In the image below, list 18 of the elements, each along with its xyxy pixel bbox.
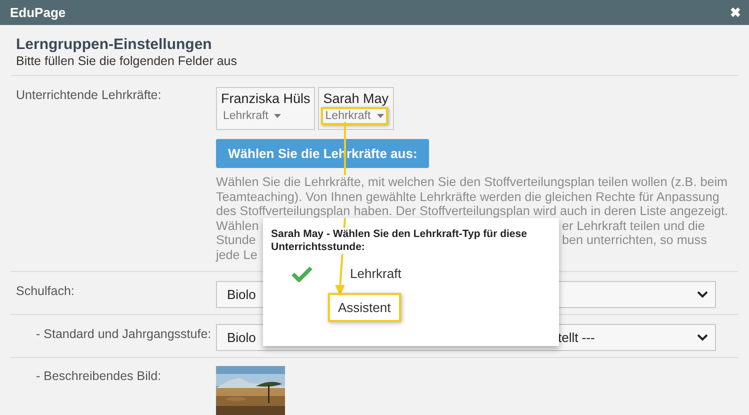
window-title: EduPage bbox=[10, 5, 66, 20]
role-option[interactable]: Assistent bbox=[328, 292, 401, 322]
section-subtitle: Bitte füllen Sie die folgenden Felder aus bbox=[16, 54, 238, 68]
field-label: Unterrichtende Lehrkräfte: bbox=[16, 87, 162, 104]
teacher-name: Franziska Hüls bbox=[221, 91, 310, 106]
chevron-icon bbox=[697, 334, 708, 341]
close-button[interactable]: ✖ bbox=[730, 5, 741, 20]
caret-icon bbox=[274, 114, 282, 118]
role-dropdown[interactable]: Lehrkraft bbox=[219, 107, 286, 125]
teacher-name: Sarah May bbox=[323, 91, 389, 106]
field-label: Schulfach: bbox=[16, 283, 76, 300]
role-dropdown[interactable]: Lehrkraft bbox=[321, 107, 388, 125]
field-label: - Beschreibendes Bild: bbox=[35, 368, 162, 385]
field-label: - Standard und Jahrgangsstufe: bbox=[35, 326, 212, 343]
chevron-icon bbox=[697, 291, 708, 298]
section-title: Lerngruppen-Einstellungen bbox=[16, 36, 213, 53]
caret-icon bbox=[376, 114, 384, 118]
role-option[interactable]: Lehrkraft bbox=[340, 258, 412, 288]
